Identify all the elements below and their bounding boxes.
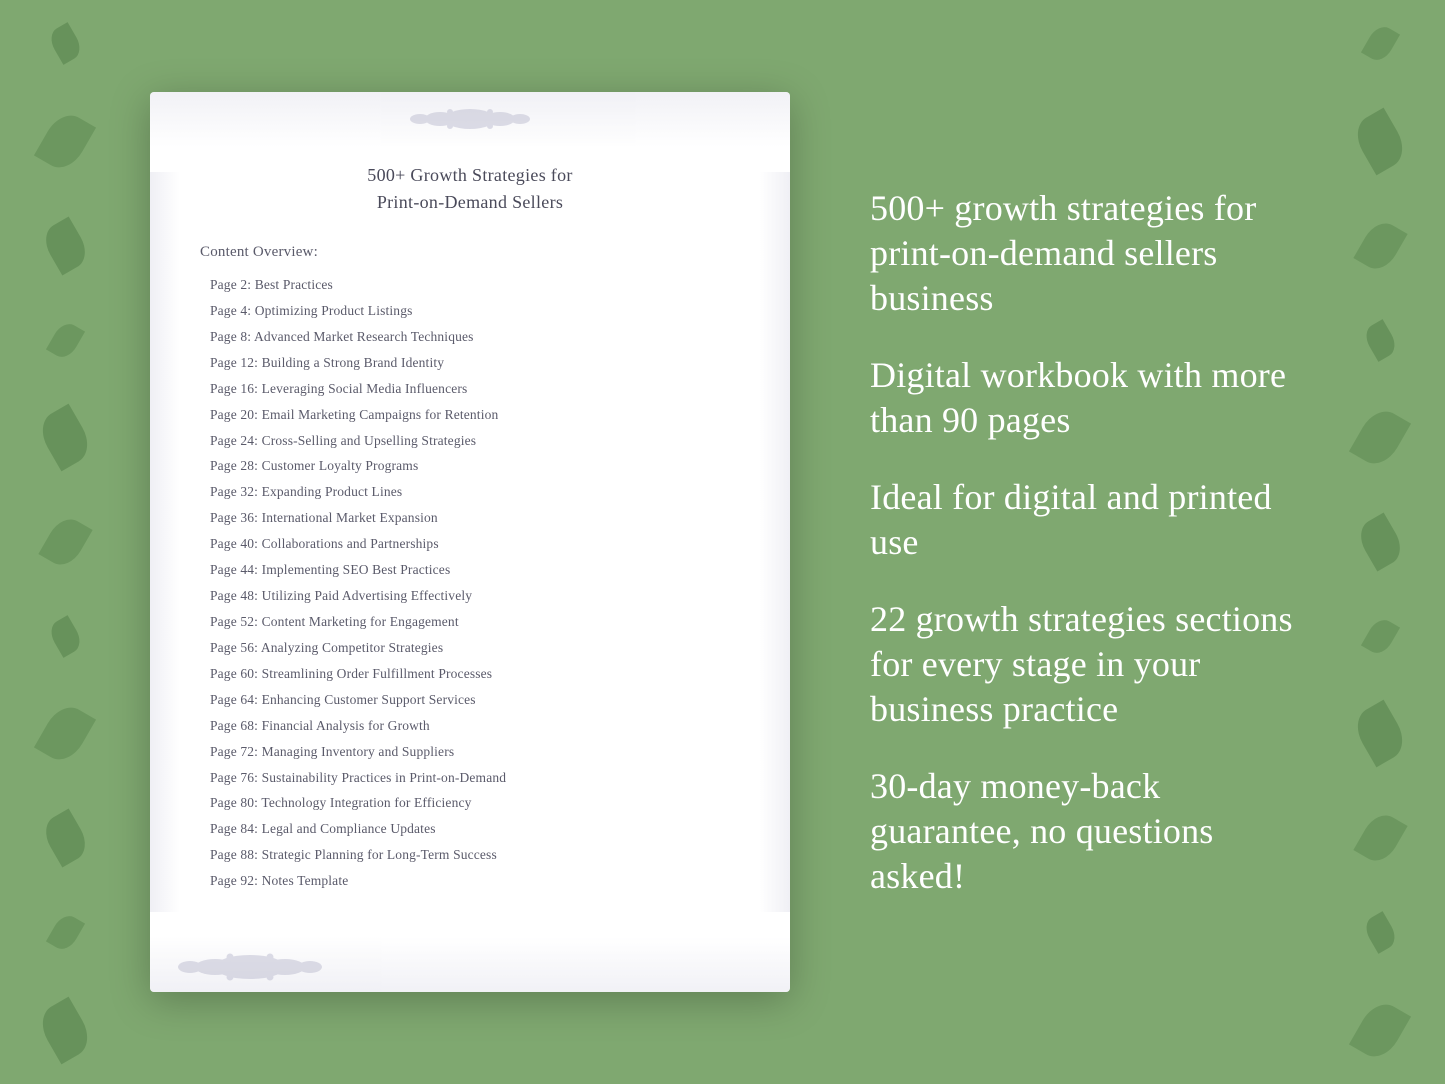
toc-page-number: Page 2:	[210, 277, 251, 292]
toc-title: International Market Expansion	[262, 510, 438, 525]
toc-item: Page 52: Content Marketing for Engagemen…	[200, 612, 740, 633]
doc-top-decoration	[150, 92, 790, 147]
toc-title: Cross-Selling and Upselling Strategies	[262, 433, 477, 448]
toc-item: Page 44: Implementing SEO Best Practices	[200, 560, 740, 581]
toc-page-number: Page 4:	[210, 303, 251, 318]
toc-item: Page 40: Collaborations and Partnerships	[200, 534, 740, 555]
toc-item: Page 80: Technology Integration for Effi…	[200, 793, 740, 814]
feature-text-4: 30-day money-back guarantee, no question…	[870, 764, 1295, 899]
toc-title: Notes Template	[262, 873, 349, 888]
toc-title: Expanding Product Lines	[262, 484, 403, 499]
toc-item: Page 72: Managing Inventory and Supplier…	[200, 742, 740, 763]
toc-page-number: Page 40:	[210, 536, 258, 551]
toc-item: Page 16: Leveraging Social Media Influen…	[200, 379, 740, 400]
toc-title: Optimizing Product Listings	[255, 303, 413, 318]
toc-page-number: Page 60:	[210, 666, 258, 681]
feature-text-1: Digital workbook with more than 90 pages	[870, 353, 1295, 443]
toc-title: Financial Analysis for Growth	[262, 718, 430, 733]
toc-title: Sustainability Practices in Print-on-Dem…	[262, 770, 507, 785]
features-panel: 500+ growth strategies for print-on-dema…	[850, 186, 1295, 899]
toc-title: Customer Loyalty Programs	[262, 458, 419, 473]
toc-title: Building a Strong Brand Identity	[262, 355, 445, 370]
toc-page-number: Page 80:	[210, 795, 258, 810]
toc-item: Page 32: Expanding Product Lines	[200, 482, 740, 503]
toc-item: Page 28: Customer Loyalty Programs	[200, 456, 740, 477]
toc-page-number: Page 72:	[210, 744, 258, 759]
toc-page-number: Page 20:	[210, 407, 258, 422]
toc-item: Page 8: Advanced Market Research Techniq…	[200, 327, 740, 348]
toc-page-number: Page 92:	[210, 873, 258, 888]
toc-title: Analyzing Competitor Strategies	[261, 640, 443, 655]
feature-text-3: 22 growth strategies sections for every …	[870, 597, 1295, 732]
floral-top-icon	[390, 102, 550, 137]
toc-title: Technology Integration for Efficiency	[261, 795, 471, 810]
toc-page-number: Page 16:	[210, 381, 258, 396]
toc-title: Best Practices	[255, 277, 333, 292]
feature-text-0: 500+ growth strategies for print-on-dema…	[870, 186, 1295, 321]
toc-title: Implementing SEO Best Practices	[262, 562, 451, 577]
toc-item: Page 56: Analyzing Competitor Strategies	[200, 638, 740, 659]
toc-page-number: Page 64:	[210, 692, 258, 707]
toc-page-number: Page 24:	[210, 433, 258, 448]
toc-item: Page 48: Utilizing Paid Advertising Effe…	[200, 586, 740, 607]
doc-bottom-decoration	[150, 937, 790, 992]
toc-title: Content Marketing for Engagement	[262, 614, 459, 629]
toc-title: Advanced Market Research Techniques	[254, 329, 474, 344]
toc-item: Page 60: Streamlining Order Fulfillment …	[200, 664, 740, 685]
toc-item: Page 76: Sustainability Practices in Pri…	[200, 768, 740, 789]
toc-item: Page 92: Notes Template	[200, 871, 740, 892]
toc-page-number: Page 8:	[210, 329, 251, 344]
toc-page-number: Page 88:	[210, 847, 258, 862]
toc-title: Strategic Planning for Long-Term Success	[262, 847, 497, 862]
toc-page-number: Page 84:	[210, 821, 258, 836]
toc-item: Page 64: Enhancing Customer Support Serv…	[200, 690, 740, 711]
floral-bottom-icon	[150, 947, 350, 987]
toc-title: Streamlining Order Fulfillment Processes	[262, 666, 493, 681]
toc-page-number: Page 52:	[210, 614, 258, 629]
toc-page-number: Page 48:	[210, 588, 258, 603]
toc-title: Enhancing Customer Support Services	[262, 692, 476, 707]
toc-page-number: Page 56:	[210, 640, 258, 655]
toc-list: Page 2: Best Practices Page 4: Optimizing…	[200, 275, 740, 892]
toc-item: Page 4: Optimizing Product Listings	[200, 301, 740, 322]
doc-title-line1: 500+ Growth Strategies for	[367, 165, 572, 185]
doc-side-right	[760, 172, 790, 912]
toc-item: Page 2: Best Practices	[200, 275, 740, 296]
toc-item: Page 84: Legal and Compliance Updates	[200, 819, 740, 840]
doc-side-left	[150, 172, 180, 912]
document-title: 500+ Growth Strategies for Print-on-Dema…	[200, 162, 740, 216]
toc-title: Email Marketing Campaigns for Retention	[262, 407, 499, 422]
toc-page-number: Page 12:	[210, 355, 258, 370]
toc-title: Legal and Compliance Updates	[262, 821, 436, 836]
toc-item: Page 88: Strategic Planning for Long-Ter…	[200, 845, 740, 866]
toc-title: Utilizing Paid Advertising Effectively	[262, 588, 473, 603]
doc-title-line2: Print-on-Demand Sellers	[377, 192, 563, 212]
toc-page-number: Page 76:	[210, 770, 258, 785]
toc-title: Managing Inventory and Suppliers	[262, 744, 455, 759]
toc-item: Page 68: Financial Analysis for Growth	[200, 716, 740, 737]
toc-title: Leveraging Social Media Influencers	[262, 381, 468, 396]
document-panel: 500+ Growth Strategies for Print-on-Dema…	[150, 92, 790, 992]
toc-page-number: Page 36:	[210, 510, 258, 525]
toc-page-number: Page 32:	[210, 484, 258, 499]
toc-item: Page 36: International Market Expansion	[200, 508, 740, 529]
toc-page-number: Page 28:	[210, 458, 258, 473]
toc-item: Page 24: Cross-Selling and Upselling Str…	[200, 431, 740, 452]
toc-item: Page 12: Building a Strong Brand Identit…	[200, 353, 740, 374]
main-content: 500+ Growth Strategies for Print-on-Dema…	[0, 0, 1445, 1084]
toc-item: Page 20: Email Marketing Campaigns for R…	[200, 405, 740, 426]
toc-page-number: Page 44:	[210, 562, 258, 577]
feature-text-2: Ideal for digital and printed use	[870, 475, 1295, 565]
content-overview-label: Content Overview:	[200, 244, 740, 261]
toc-page-number: Page 68:	[210, 718, 258, 733]
toc-title: Collaborations and Partnerships	[262, 536, 439, 551]
